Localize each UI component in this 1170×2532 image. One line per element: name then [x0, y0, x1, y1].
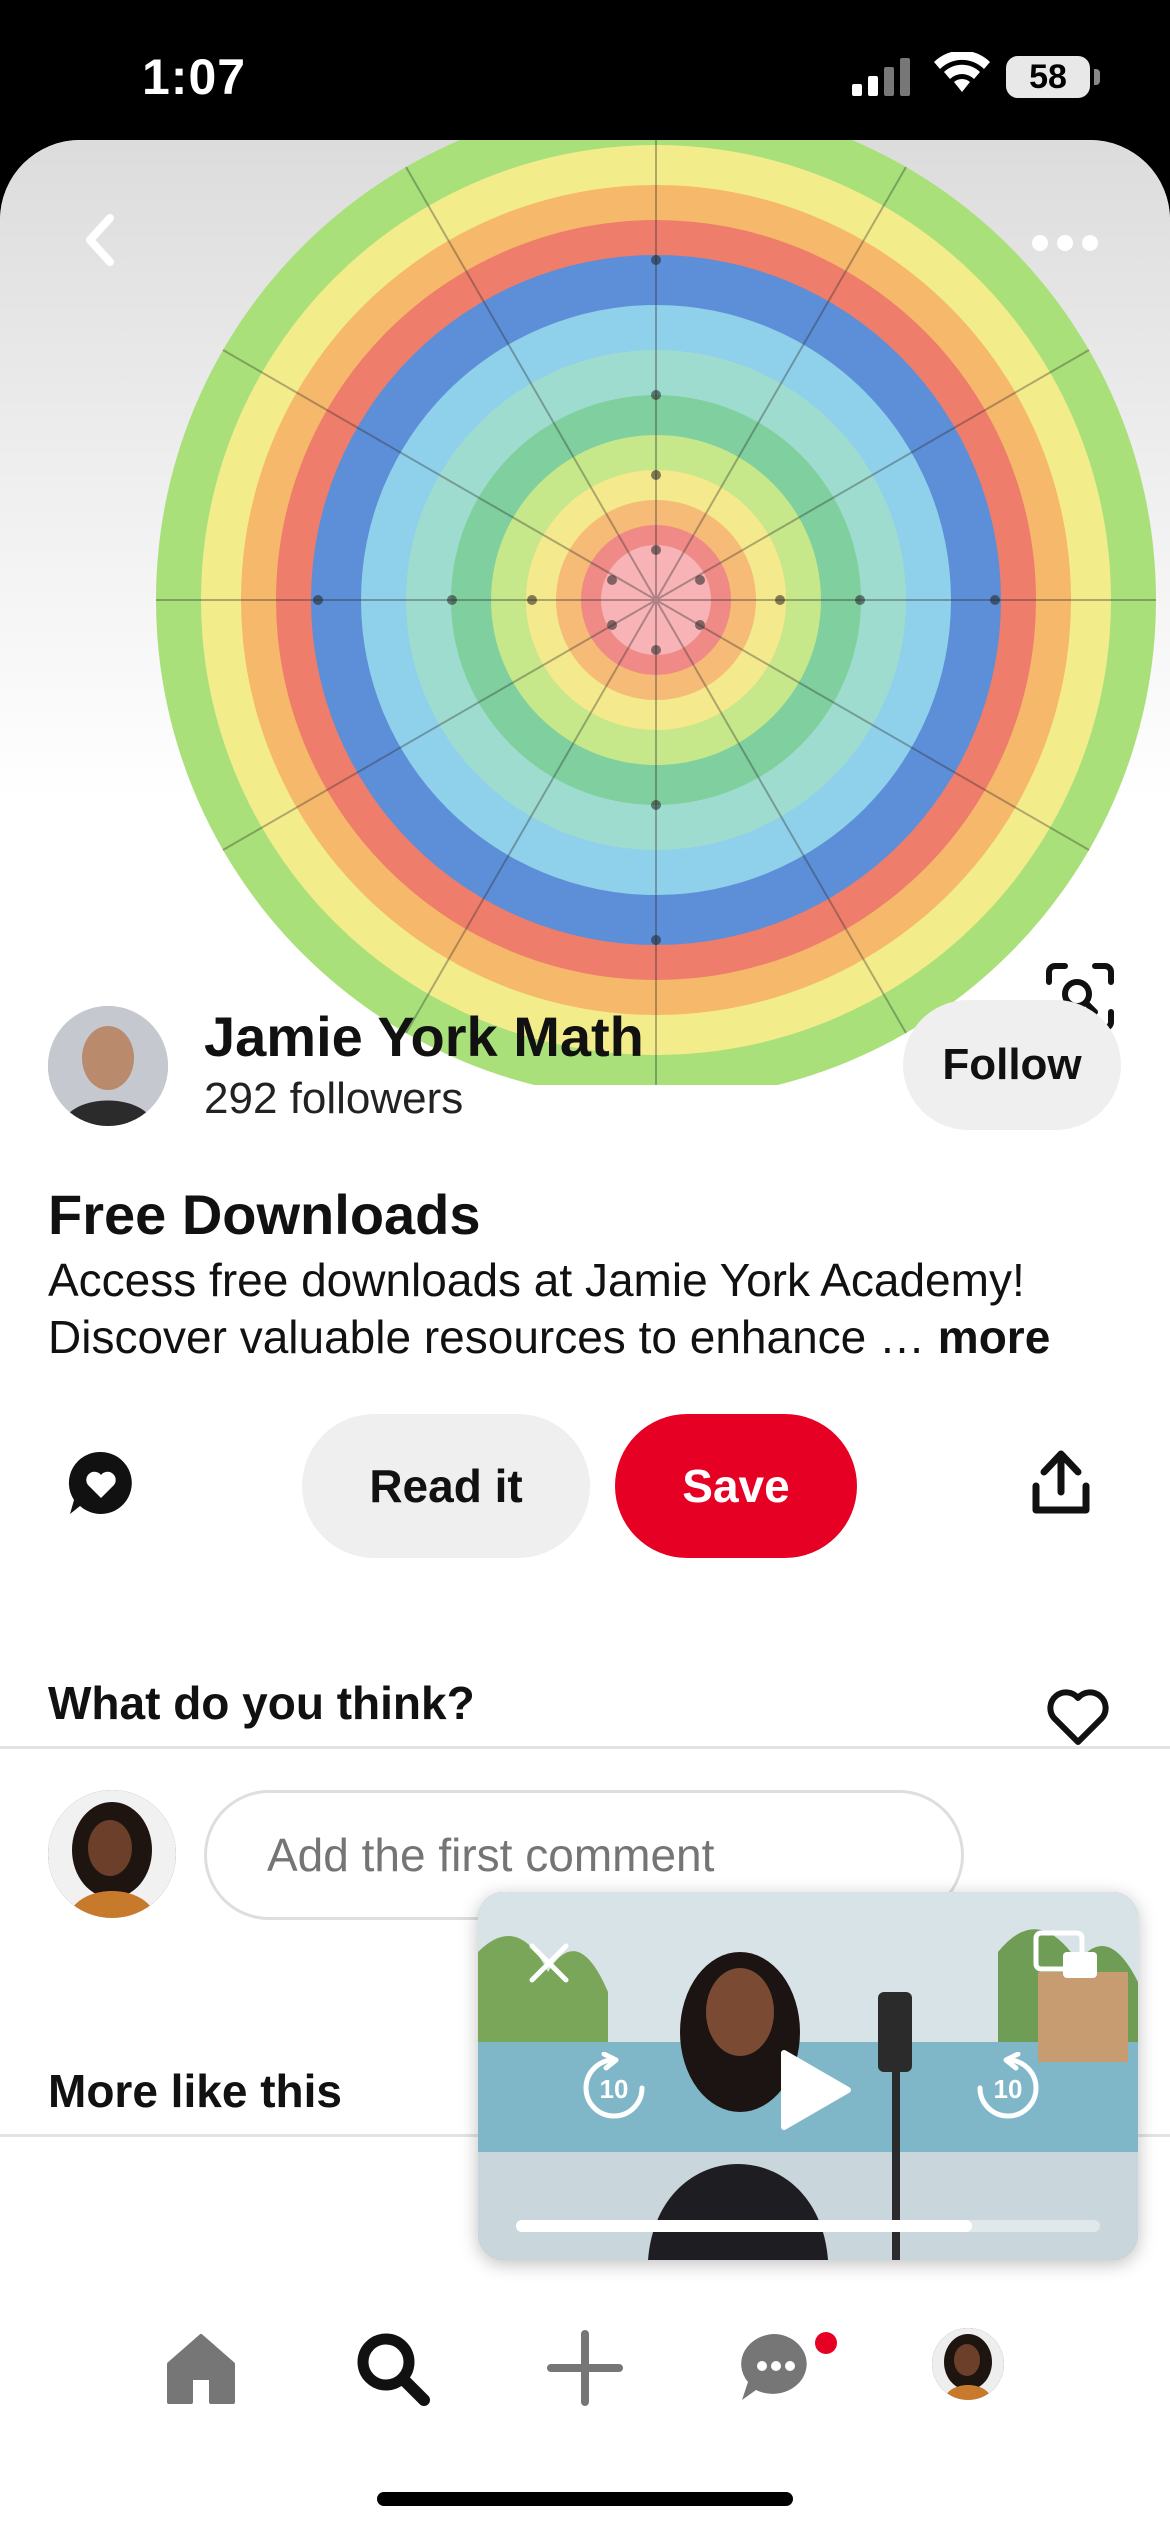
- share-icon[interactable]: [1030, 1450, 1092, 1516]
- battery-indicator: 58: [1006, 56, 1100, 98]
- expand-description-link[interactable]: more: [938, 1311, 1050, 1363]
- home-indicator: [377, 2492, 793, 2506]
- video-progress-bar[interactable]: [516, 2220, 1100, 2232]
- profile-tab-avatar[interactable]: [932, 2328, 1004, 2400]
- add-icon[interactable]: [545, 2328, 625, 2408]
- cellular-signal-icon: [852, 58, 910, 96]
- play-icon[interactable]: [774, 2047, 854, 2133]
- rewind-10-icon[interactable]: 10: [578, 2052, 650, 2124]
- more-options-icon[interactable]: [1030, 230, 1100, 256]
- pin-description-text: Access free downloads at Jamie York Acad…: [48, 1254, 1025, 1363]
- follow-button[interactable]: Follow: [903, 1000, 1121, 1130]
- section-divider: [0, 1746, 1170, 1749]
- heart-icon[interactable]: [1046, 1688, 1110, 1746]
- pin-image[interactable]: [0, 140, 1170, 1085]
- back-chevron-icon[interactable]: [72, 210, 132, 270]
- picture-in-picture-icon[interactable]: [1033, 1930, 1099, 1980]
- messages-icon[interactable]: [736, 2328, 816, 2408]
- pin-title: Free Downloads: [48, 1183, 481, 1246]
- creator-avatar-image: [48, 1006, 168, 1126]
- comments-heading: What do you think?: [48, 1677, 475, 1729]
- close-icon[interactable]: [526, 1940, 572, 1986]
- profile-tab-image: [932, 2328, 1004, 2400]
- user-avatar-image: [48, 1790, 176, 1918]
- follower-count: 292 followers: [204, 1074, 464, 1123]
- forward-10-icon[interactable]: 10: [972, 2052, 1044, 2124]
- creator-avatar[interactable]: [48, 1006, 168, 1126]
- rewind-seconds-label: 10: [600, 2074, 629, 2104]
- read-it-button[interactable]: Read it: [302, 1414, 590, 1558]
- save-button[interactable]: Save: [615, 1414, 857, 1558]
- pin-description: Access free downloads at Jamie York Acad…: [48, 1252, 1128, 1366]
- more-like-this-heading: More like this: [48, 2065, 342, 2117]
- status-bar: 1:07 58: [0, 0, 1170, 140]
- video-progress-fill: [516, 2220, 972, 2232]
- pin-detail-sheet: Jamie York Math 292 followers Follow Fre…: [0, 140, 1170, 2532]
- notification-badge: [815, 2332, 837, 2354]
- search-icon[interactable]: [352, 2328, 432, 2408]
- creator-name[interactable]: Jamie York Math: [204, 1004, 644, 1069]
- forward-seconds-label: 10: [994, 2074, 1023, 2104]
- comment-heart-icon[interactable]: [66, 1448, 136, 1518]
- mini-video-player[interactable]: 10 10: [478, 1892, 1138, 2260]
- wifi-icon: [934, 52, 990, 92]
- home-icon[interactable]: [161, 2328, 241, 2408]
- user-avatar[interactable]: [48, 1790, 176, 1918]
- pin-artwork: [156, 140, 1156, 1085]
- status-time: 1:07: [142, 49, 247, 105]
